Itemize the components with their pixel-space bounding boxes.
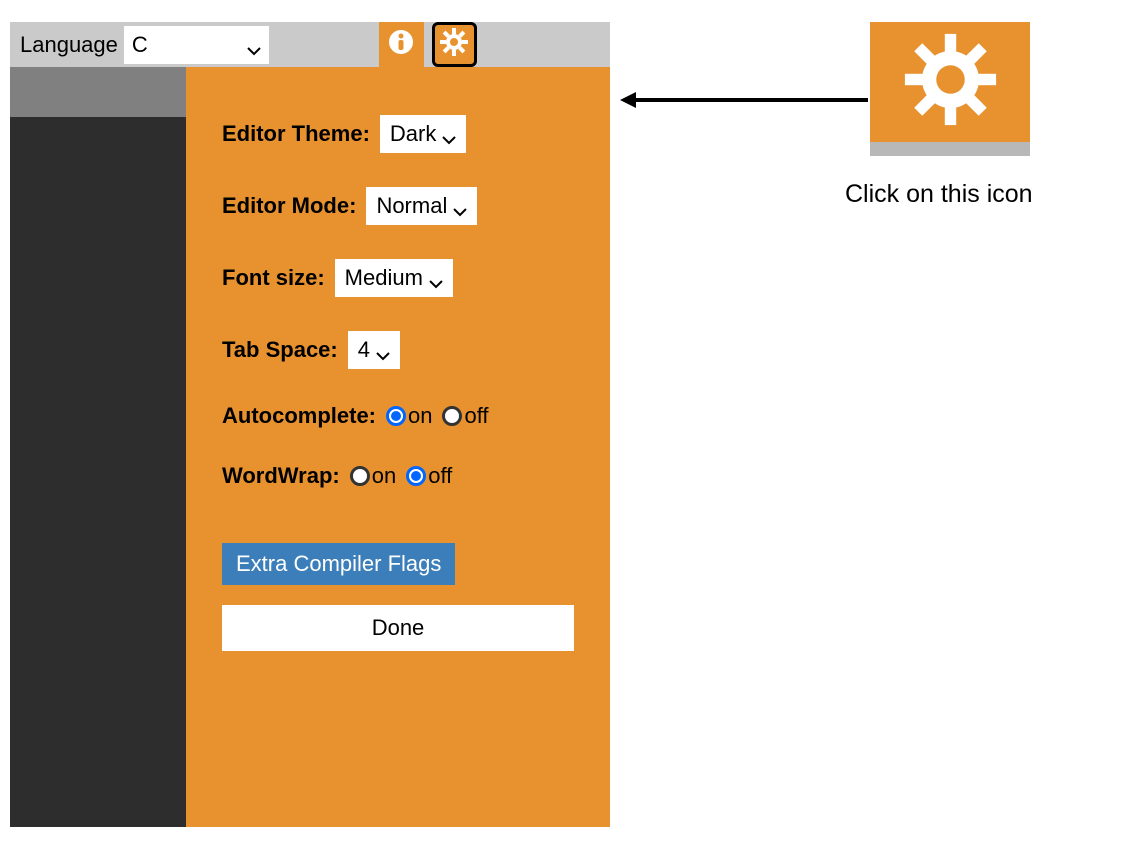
wordwrap-on-radio[interactable] <box>350 466 370 486</box>
gear-icon <box>440 28 468 61</box>
settings-panel: Editor Theme: Dark Editor Mode: Normal F… <box>186 67 610 827</box>
chevron-down-icon <box>376 343 390 357</box>
info-icon <box>388 29 414 60</box>
font-size-label: Font size: <box>222 265 325 291</box>
done-button[interactable]: Done <box>222 605 574 651</box>
autocomplete-radio-group: on off <box>386 403 497 429</box>
arrow-icon <box>620 90 870 110</box>
language-label: Language <box>14 32 124 58</box>
chevron-down-icon <box>247 38 261 52</box>
autocomplete-row: Autocomplete: on off <box>222 403 574 429</box>
autocomplete-on-radio[interactable] <box>386 406 406 426</box>
tab-space-value: 4 <box>358 337 370 363</box>
wordwrap-off-radio[interactable] <box>406 466 426 486</box>
editor-area[interactable] <box>10 117 186 827</box>
tab-space-select[interactable]: 4 <box>348 331 400 369</box>
settings-button[interactable] <box>432 22 477 67</box>
tab-space-row: Tab Space: 4 <box>222 331 574 369</box>
callout-text: Click on this icon <box>845 180 1033 209</box>
editor-mode-value: Normal <box>376 193 447 219</box>
language-select[interactable]: C <box>124 26 269 64</box>
autocomplete-on-label: on <box>408 403 432 429</box>
editor-theme-select[interactable]: Dark <box>380 115 466 153</box>
wordwrap-radio-group: on off <box>350 463 461 489</box>
editor-mode-select[interactable]: Normal <box>366 187 477 225</box>
autocomplete-off-radio[interactable] <box>442 406 462 426</box>
font-size-row: Font size: Medium <box>222 259 574 297</box>
chevron-down-icon <box>442 127 456 141</box>
second-bar <box>10 67 186 117</box>
tab-space-label: Tab Space: <box>222 337 338 363</box>
info-button[interactable] <box>379 22 424 67</box>
editor-mode-row: Editor Mode: Normal <box>222 187 574 225</box>
callout-bar <box>870 142 1030 156</box>
wordwrap-label: WordWrap: <box>222 463 340 489</box>
wordwrap-row: WordWrap: on off <box>222 463 574 489</box>
wordwrap-off-label: off <box>428 463 452 489</box>
editor-theme-label: Editor Theme: <box>222 121 370 147</box>
font-size-value: Medium <box>345 265 423 291</box>
top-bar: Language C <box>10 22 610 67</box>
extra-compiler-flags-button[interactable]: Extra Compiler Flags <box>222 543 455 585</box>
editor-theme-value: Dark <box>390 121 436 147</box>
language-select-value: C <box>132 32 148 58</box>
autocomplete-label: Autocomplete: <box>222 403 376 429</box>
autocomplete-off-label: off <box>464 403 488 429</box>
callout-gear-box <box>870 22 1030 142</box>
chevron-down-icon <box>453 199 467 213</box>
gear-icon <box>903 32 998 132</box>
chevron-down-icon <box>429 271 443 285</box>
wordwrap-on-label: on <box>372 463 396 489</box>
editor-mode-label: Editor Mode: <box>222 193 356 219</box>
editor-theme-row: Editor Theme: Dark <box>222 115 574 153</box>
font-size-select[interactable]: Medium <box>335 259 453 297</box>
